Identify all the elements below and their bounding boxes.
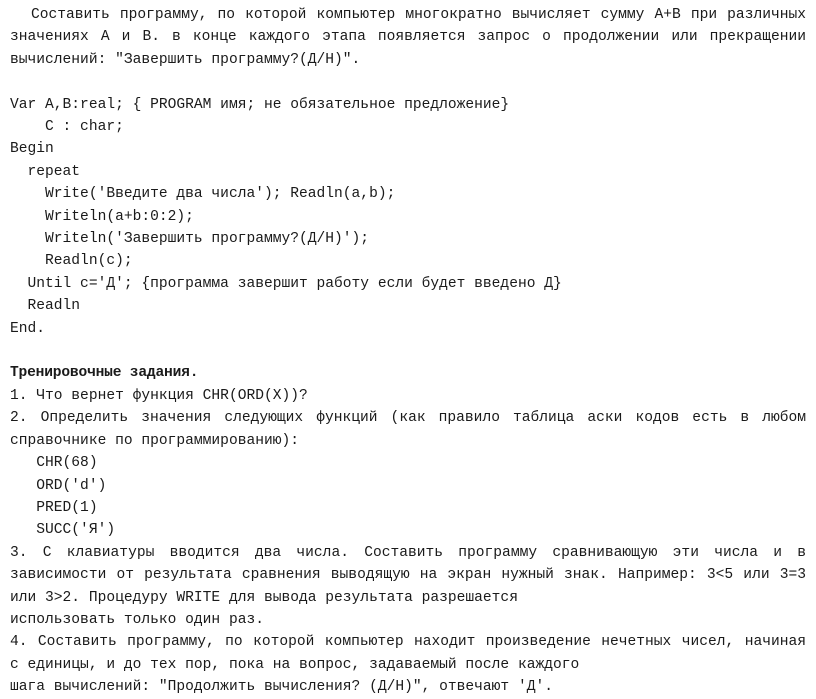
task-item-2: 2. Определить значения следующих функций… [10,410,806,449]
intro-paragraph: Составить программу, по которой компьюте… [10,7,806,68]
task-item-1: 1. Что вернет функция CHR(ORD(X))? [10,387,308,404]
task-item-4-continuation: шага вычислений: "Продолжить вычисления?… [10,679,553,696]
pascal-code-listing: Var A,B:real; { PROGRAM имя; не обязател… [10,96,562,337]
task-item-3: 3. С клавиатуры вводится два числа. Сост… [10,544,806,606]
exercises-heading: Тренировочные задания. [10,365,199,382]
spacer-after-intro [10,71,806,93]
task-item-4: 4. Составить программу, по которой компь… [10,634,806,673]
spacer-after-code [10,340,806,362]
document-page: Составить программу, по которой компьюте… [0,0,816,695]
task-item-3-continuation: использовать только один раз. [10,611,264,628]
function-examples-list: CHR(68) ORD('d') PRED(1) SUCC('Я') [36,455,116,539]
